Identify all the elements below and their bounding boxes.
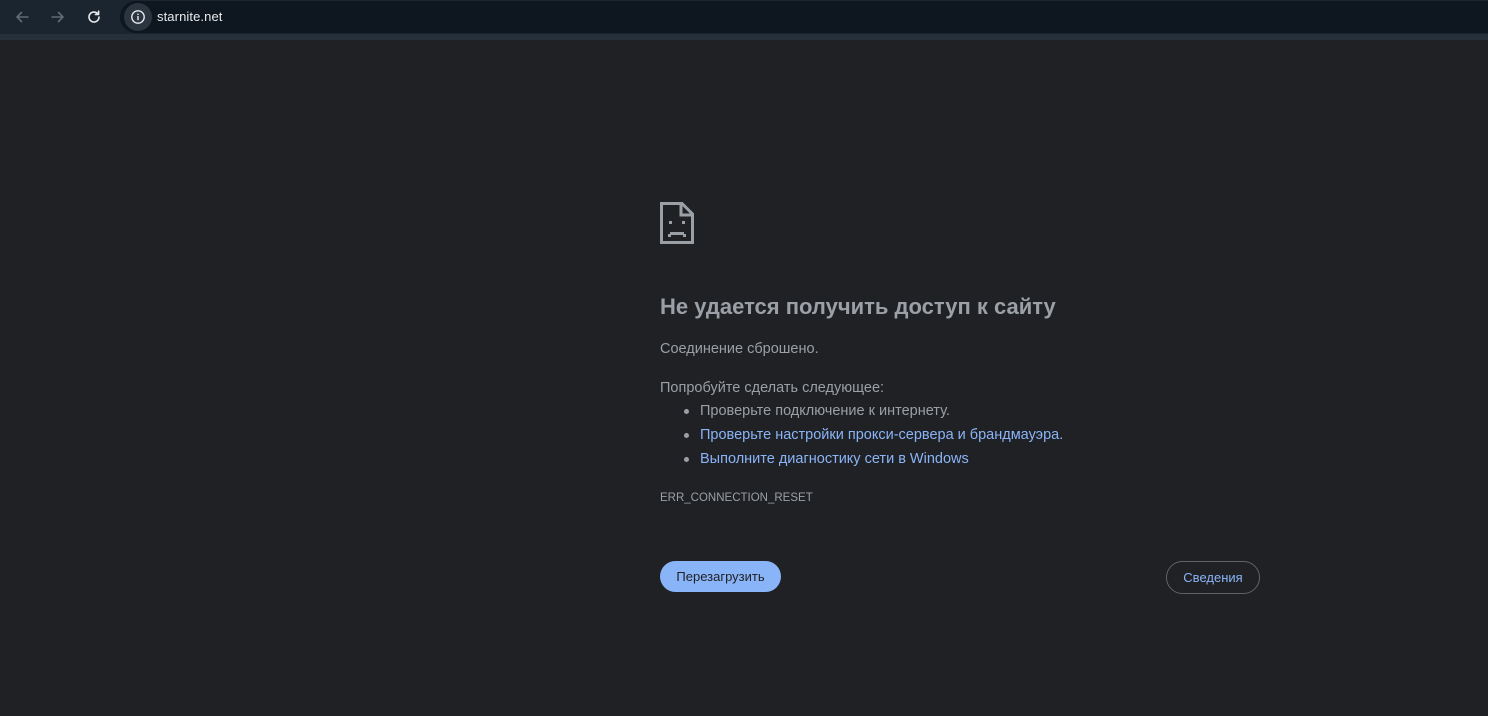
back-button[interactable] xyxy=(8,3,36,31)
arrow-back-icon xyxy=(16,11,29,23)
sad-document-icon xyxy=(660,202,694,249)
suggestions-title: Попробуйте сделать следующее: xyxy=(660,380,885,396)
address-bar[interactable]: starnite.net xyxy=(120,1,1488,33)
error-summary: Соединение сброшено. xyxy=(660,341,819,357)
suggestions-list: Проверьте подключение к интернету. Прове… xyxy=(660,402,1063,474)
reload-button[interactable]: Перезагрузить xyxy=(660,561,781,592)
reload-icon xyxy=(88,10,100,23)
error-code: ERR_CONNECTION_RESET xyxy=(660,492,813,504)
error-heading: Не удается получить доступ к сайту xyxy=(660,294,1056,319)
url-text[interactable]: starnite.net xyxy=(157,9,223,25)
site-info-button[interactable] xyxy=(124,3,152,31)
arrow-forward-icon xyxy=(51,11,64,23)
list-item: Проверьте подключение к интернету. xyxy=(660,402,1063,426)
list-item: Выполните диагностику сети в Windows xyxy=(660,450,1063,474)
toolbar-divider xyxy=(0,34,1488,40)
suggestion-check-connection: Проверьте подключение к интернету. xyxy=(700,403,950,419)
details-button[interactable]: Сведения xyxy=(1166,561,1260,594)
list-item: Проверьте настройки прокси-сервера и бра… xyxy=(660,426,1063,450)
reload-toolbar-button[interactable] xyxy=(80,3,108,31)
suggestion-proxy-firewall-link[interactable]: Проверьте настройки прокси-сервера и бра… xyxy=(700,427,1063,443)
browser-toolbar: starnite.net xyxy=(0,0,1488,34)
info-icon xyxy=(131,10,145,24)
suggestion-network-diagnostics-link[interactable]: Выполните диагностику сети в Windows xyxy=(700,451,969,467)
forward-button[interactable] xyxy=(44,3,72,31)
